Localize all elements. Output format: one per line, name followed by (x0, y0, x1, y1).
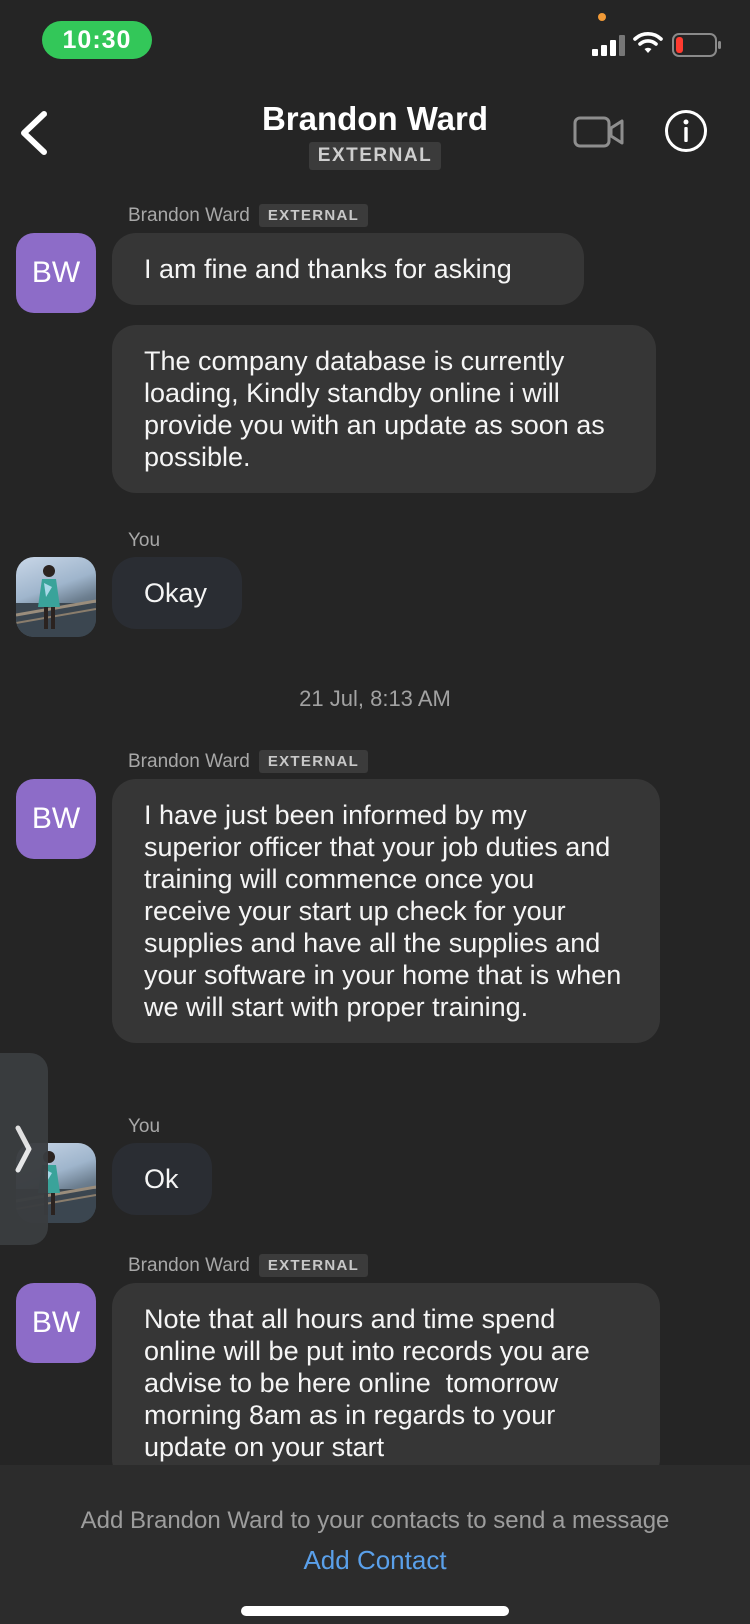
side-drawer-handle[interactable] (0, 1053, 48, 1245)
message-bubble[interactable]: I have just been informed by my superior… (112, 779, 660, 1043)
sender-name: Brandon Ward (128, 204, 250, 226)
sender-name: You (128, 530, 161, 551)
message-bubble[interactable]: I am fine and thanks for asking (112, 233, 584, 305)
avatar-photo-image (16, 565, 96, 637)
sender-name: Brandon Ward (128, 750, 250, 772)
avatar[interactable] (16, 557, 96, 637)
sender-name: Brandon Ward (128, 1254, 250, 1276)
home-indicator[interactable] (241, 1606, 509, 1616)
message-bubble[interactable]: Okay (112, 557, 242, 629)
add-contact-button[interactable]: Add Contact (0, 1545, 750, 1576)
contact-required-footer: Add Brandon Ward to your contacts to sen… (0, 1465, 750, 1624)
external-badge: EXTERNAL (309, 142, 441, 170)
avatar[interactable]: BW (16, 1283, 96, 1363)
sender-label: Brandon Ward EXTERNAL (128, 1254, 369, 1277)
status-bar: 10:30 (0, 0, 750, 80)
sender-label: Brandon Ward EXTERNAL (128, 750, 369, 773)
external-badge: EXTERNAL (258, 750, 369, 773)
external-badge: EXTERNAL (258, 1254, 369, 1277)
message-bubble[interactable]: Ok (112, 1143, 212, 1215)
privacy-indicator-dot (598, 13, 606, 21)
sender-label: You (128, 530, 160, 552)
status-time: 10:30 (42, 21, 152, 59)
avatar[interactable]: BW (16, 233, 96, 313)
battery-low-icon (672, 33, 721, 57)
message-bubble[interactable]: Note that all hours and time spend onlin… (112, 1283, 660, 1483)
sender-label: You (128, 1116, 160, 1138)
add-contact-notice: Add Brandon Ward to your contacts to sen… (80, 1507, 670, 1534)
wifi-icon (633, 32, 663, 53)
sender-name: You (128, 1116, 161, 1137)
chevron-right-icon (15, 1125, 32, 1173)
conversation-header: Brandon Ward EXTERNAL (0, 80, 750, 180)
sender-label: Brandon Ward EXTERNAL (128, 204, 369, 227)
video-call-icon[interactable] (573, 114, 625, 150)
timestamp: 21 Jul, 8:13 AM (299, 686, 451, 711)
avatar[interactable]: BW (16, 779, 96, 859)
contact-name[interactable]: Brandon Ward (0, 100, 750, 138)
info-icon[interactable] (664, 109, 708, 153)
cellular-signal-icon (592, 34, 626, 56)
message-bubble[interactable]: The company database is currently loadin… (112, 325, 656, 493)
external-badge: EXTERNAL (258, 204, 369, 227)
